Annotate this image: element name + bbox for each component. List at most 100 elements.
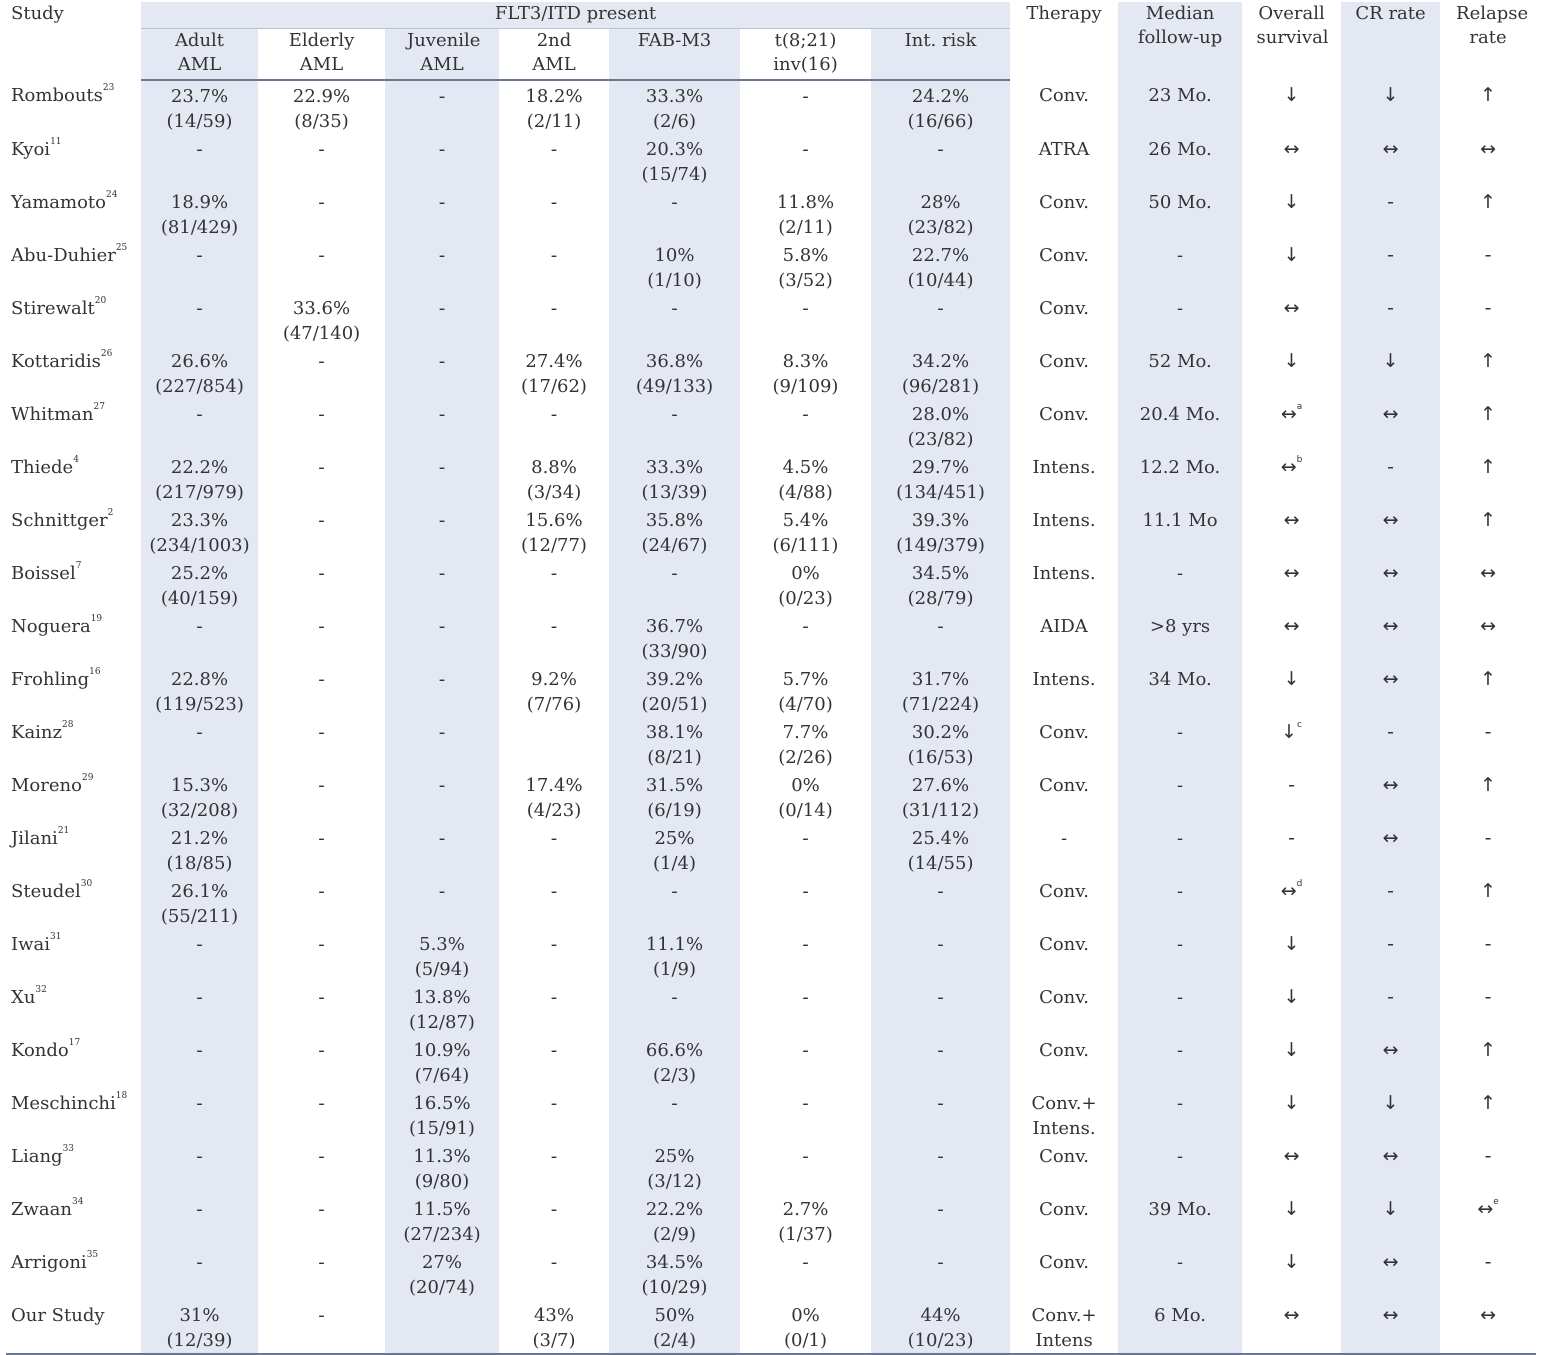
frequency-cell: - <box>318 192 325 213</box>
trend-indicator: - <box>1387 297 1394 319</box>
frequency-cell: 13.8% (12/87) <box>409 987 475 1033</box>
frequency-cell: - <box>937 881 944 902</box>
frequency-cell: 38.1% (8/21) <box>645 722 704 768</box>
followup-cell: - <box>1177 1093 1184 1114</box>
table-row: Jilani21 21.2% (18/85) - - - 25% (1/4) - 25.4% … <box>6 823 1536 876</box>
trend-indicator: ↔ <box>1382 615 1399 637</box>
frequency-cell: - <box>318 457 325 478</box>
study-reference: 17 <box>68 1038 81 1048</box>
frequency-cell: 33.6% (47/140) <box>282 298 361 344</box>
frequency-cell: 0% (0/23) <box>778 563 833 609</box>
overall-survival-cell: - <box>1242 770 1341 823</box>
trend-indicator: ↓ <box>1283 350 1300 372</box>
frequency-cell: - <box>318 1093 325 1114</box>
frequency-cell: 23.3% (234/1003) <box>149 510 250 556</box>
frequency-cell: - <box>438 351 446 372</box>
table-row: Liang33 - - 11.3% (9/80) - 25% (3/12) - - Conv. -… <box>6 1141 1536 1194</box>
frequency-cell: - <box>318 775 325 796</box>
therapy-cell: Intens. <box>1032 563 1096 584</box>
subheader-label: Int. risk <box>904 30 977 51</box>
frequency-cell: 39.3% (149/379) <box>896 510 985 556</box>
study-name-cell: Abu-Duhier25 <box>6 240 141 293</box>
therapy-cell: Conv. <box>1039 722 1090 743</box>
frequency-cell: - <box>318 934 325 955</box>
frequency-cell: - <box>438 192 446 213</box>
followup-cell: 52 Mo. <box>1148 351 1212 372</box>
frequency-cell: - <box>318 987 325 1008</box>
therapy-cell: Conv.+ Intens. <box>1031 1093 1097 1139</box>
frequency-cell: 39.2% (20/51) <box>641 669 708 715</box>
trend-indicator: ↓ <box>1283 668 1300 690</box>
overall-survival-cell: ↓ <box>1242 1247 1341 1300</box>
relapse-rate-cell: ↑ <box>1440 399 1536 452</box>
study-name-cell: Boissel7 <box>6 558 141 611</box>
table-row: Moreno29 15.3% (32/208) - - 17.4% (4/23) 31.5… <box>6 770 1536 823</box>
cr-rate-cell: ↓ <box>1341 346 1440 399</box>
trend-indicator: ↔ <box>1382 562 1399 584</box>
study-reference: 27 <box>93 402 105 412</box>
frequency-cell: - <box>802 404 809 425</box>
study-reference: 7 <box>75 561 82 571</box>
study-name: Our Study <box>11 1305 105 1326</box>
trend-indicator: ↔ <box>1283 562 1300 584</box>
study-name-cell: Our Study <box>6 1300 141 1355</box>
cr-rate-cell: ↔ <box>1341 1247 1440 1300</box>
trend-indicator: ↔ <box>1480 1304 1496 1326</box>
table-row: Kyoi11 - - - - 20.3% (15/74) - - ATRA 26 Mo. ↔ ↔ ↔ <box>6 134 1536 187</box>
frequency-cell: - <box>438 722 446 743</box>
frequency-cell: 2.7% (1/37) <box>778 1199 833 1245</box>
study-name: Kondo <box>11 1040 69 1061</box>
frequency-cell: 11.3% (9/80) <box>413 1146 471 1192</box>
frequency-cell: - <box>258 1300 385 1355</box>
trend-indicator: - <box>1387 244 1394 266</box>
relapse-rate-cell: ↑ <box>1440 80 1536 134</box>
overall-survival-cell: ↔ <box>1242 293 1341 346</box>
table-row: Frohling16 22.8% (119/523) - - 9.2% (7/76) 39… <box>6 664 1536 717</box>
followup-cell: 26 Mo. <box>1148 139 1212 160</box>
frequency-cell: - <box>318 351 325 372</box>
trend-indicator: - <box>1387 456 1394 478</box>
cr-rate-cell: ↔ <box>1341 611 1440 664</box>
overall-survival-cell: ↔a <box>1242 399 1341 452</box>
study-name: Kottaridis <box>11 351 101 372</box>
cr-rate-cell: ↔ <box>1341 134 1440 187</box>
followup-cell: - <box>1177 775 1184 796</box>
frequency-cell: - <box>802 987 809 1008</box>
frequency-cell: 44% (10/23) <box>871 1300 1011 1355</box>
frequency-cell: - <box>802 1146 809 1167</box>
overall-survival-cell: - <box>1242 823 1341 876</box>
trend-indicator: ↓ <box>1281 721 1298 743</box>
followup-cell: - <box>1177 722 1184 743</box>
table-row: Rombouts23 23.7% (14/59) 22.9% (8/35) - 18.2… <box>6 80 1536 134</box>
therapy-cell: Conv. <box>1039 192 1090 213</box>
trend-indicator: ↔ <box>1480 562 1496 584</box>
trend-indicator: ↓ <box>1283 1039 1300 1061</box>
frequency-cell: 24.2% (16/66) <box>907 86 974 132</box>
followup-cell: - <box>1177 1252 1184 1273</box>
frequency-cell: 11.1% (1/9) <box>645 934 704 980</box>
table-row: Yamamoto24 18.9% (81/429) - - - - 11.8% (2/11)… <box>6 187 1536 240</box>
study-name: Iwai <box>11 934 51 955</box>
cr-rate-cell: - <box>1341 717 1440 770</box>
frequency-cell: 31.5% (6/19) <box>645 775 704 821</box>
study-name-cell: Arrigoni35 <box>6 1247 141 1300</box>
followup-cell: - <box>1177 881 1184 902</box>
frequency-cell: - <box>196 934 203 955</box>
study-reference: 30 <box>80 879 93 889</box>
frequency-cell: - <box>937 139 944 160</box>
frequency-cell: 33.3% (13/39) <box>641 457 708 503</box>
frequency-cell: 27% (20/74) <box>409 1252 475 1298</box>
header-relapse-rate: Relapse rate <box>1440 2 1536 80</box>
trend-indicator: ↔ <box>1283 138 1300 160</box>
frequency-cell: - <box>196 722 203 743</box>
therapy-cell: Intens. <box>1032 510 1096 531</box>
frequency-cell: - <box>318 139 325 160</box>
trend-indicator: ↔ <box>1283 297 1300 319</box>
therapy-cell: Conv. <box>1039 881 1090 902</box>
relapse-rate-cell: ↔ <box>1440 558 1536 611</box>
relapse-rate-cell: ↑ <box>1440 505 1536 558</box>
frequency-cell: 25.4% (14/55) <box>907 828 974 874</box>
table-row: Whitman27 - - - - - - 28.0% (23/82) Conv. 20.4 Mo… <box>6 399 1536 452</box>
therapy-cell: Conv. <box>1039 85 1090 106</box>
relapse-rate-cell: ↑ <box>1440 1088 1536 1141</box>
